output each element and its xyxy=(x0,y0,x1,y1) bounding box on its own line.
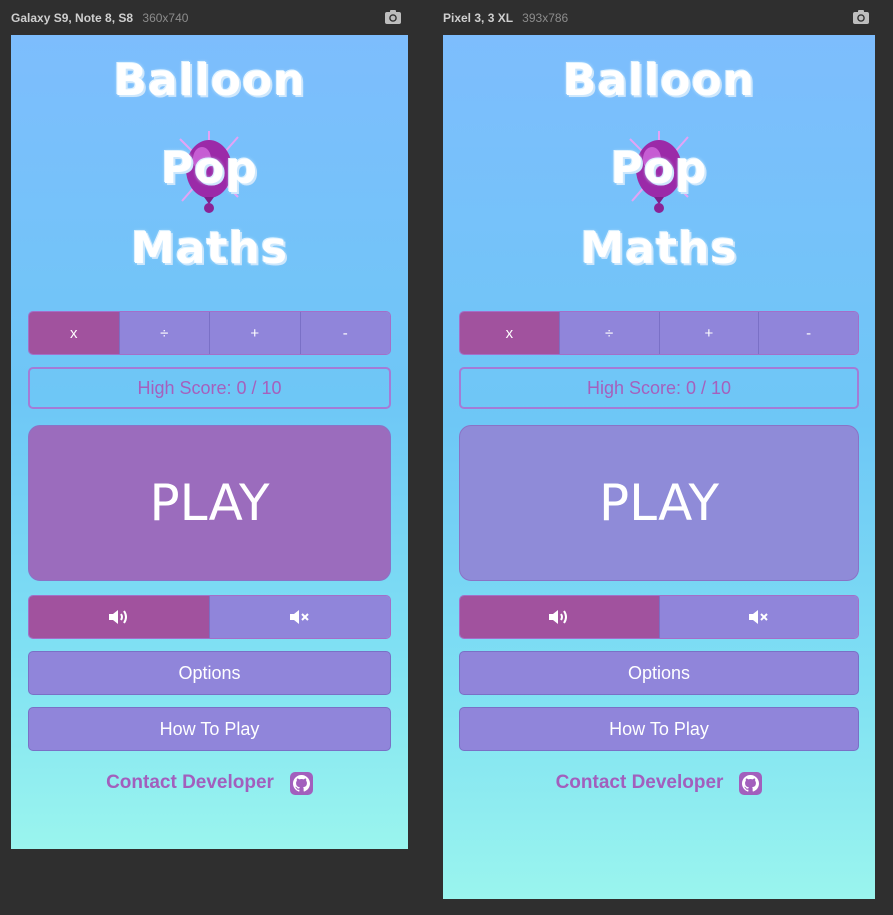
title-maths: Maths xyxy=(580,223,738,274)
contact-developer-label: Contact Developer xyxy=(106,772,274,793)
device-screen: Balloon Pop Maths x ÷ + - High Score: 0 … xyxy=(11,35,408,849)
operation-selector: x ÷ + - xyxy=(459,311,859,355)
device-label: Galaxy S9, Note 8, S8 360x740 xyxy=(11,11,188,27)
how-to-play-button[interactable]: How To Play xyxy=(459,707,859,751)
operation-subtract-button[interactable]: - xyxy=(758,312,858,354)
sound-off-button[interactable] xyxy=(209,596,390,638)
device-label: Pixel 3, 3 XL 393x786 xyxy=(443,11,568,27)
device-screen: Balloon Pop Maths x ÷ + - High Score: 0 … xyxy=(443,35,875,899)
options-button[interactable]: Options xyxy=(459,651,859,695)
title-pop: Pop xyxy=(610,143,708,194)
camera-icon[interactable] xyxy=(384,9,402,25)
operation-add-button[interactable]: + xyxy=(658,312,759,354)
operation-add-button[interactable]: + xyxy=(209,312,300,354)
volume-up-icon xyxy=(549,610,568,624)
volume-up-icon xyxy=(109,610,127,624)
contact-developer-label: Contact Developer xyxy=(555,772,724,793)
device-size: 360x740 xyxy=(142,11,189,25)
sound-on-button[interactable] xyxy=(29,596,209,638)
github-icon[interactable] xyxy=(739,771,763,795)
operation-multiply-button[interactable]: x xyxy=(29,312,119,354)
operation-divide-button[interactable]: ÷ xyxy=(118,312,209,354)
device-name: Pixel 3, 3 XL xyxy=(443,11,513,25)
title-balloon: Balloon xyxy=(562,55,756,106)
sound-on-button[interactable] xyxy=(460,596,659,638)
sound-toggle xyxy=(28,595,391,639)
sound-off-button[interactable] xyxy=(658,596,858,638)
how-to-play-button[interactable]: How To Play xyxy=(28,707,391,751)
options-button[interactable]: Options xyxy=(28,651,391,695)
operation-multiply-button[interactable]: x xyxy=(460,312,559,354)
device-name: Galaxy S9, Note 8, S8 xyxy=(11,11,134,25)
operation-divide-button[interactable]: ÷ xyxy=(558,312,659,354)
play-button[interactable]: PLAY xyxy=(28,425,391,581)
title-pop: Pop xyxy=(161,143,258,194)
contact-developer-link[interactable]: Contact Developer xyxy=(11,770,408,796)
device-size: 393x786 xyxy=(522,11,569,25)
volume-mute-icon xyxy=(290,610,309,624)
contact-developer-link[interactable]: Contact Developer xyxy=(443,770,875,796)
operation-subtract-button[interactable]: - xyxy=(299,312,390,354)
github-icon[interactable] xyxy=(289,771,313,795)
camera-icon[interactable] xyxy=(852,9,870,25)
title-maths: Maths xyxy=(130,223,289,274)
high-score: High Score: 0 / 10 xyxy=(459,367,859,409)
volume-mute-icon xyxy=(748,610,768,624)
operation-selector: x ÷ + - xyxy=(28,311,391,355)
title-balloon: Balloon xyxy=(113,55,306,106)
sound-toggle xyxy=(459,595,859,639)
play-button[interactable]: PLAY xyxy=(459,425,859,581)
high-score: High Score: 0 / 10 xyxy=(28,367,391,409)
